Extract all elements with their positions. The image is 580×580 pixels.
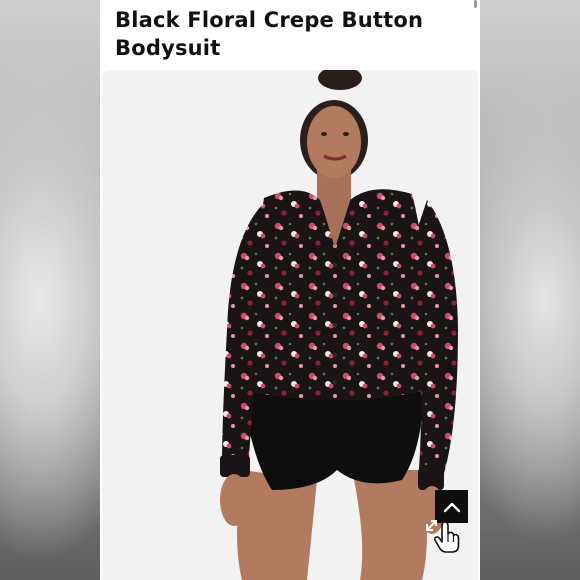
hand-pointer-icon xyxy=(433,521,460,553)
model-illustration xyxy=(220,70,458,580)
chevron-up-icon xyxy=(443,502,460,512)
product-photo[interactable] xyxy=(102,70,478,580)
product-title: Black Floral Crepe Button Bodysuit xyxy=(115,8,424,60)
expand-arrows-icon xyxy=(426,520,437,531)
scroll-indicator[interactable] xyxy=(474,0,477,8)
product-card: Black Floral Crepe Button Bodysuit xyxy=(100,0,480,580)
expand-image-button[interactable] xyxy=(422,512,462,554)
